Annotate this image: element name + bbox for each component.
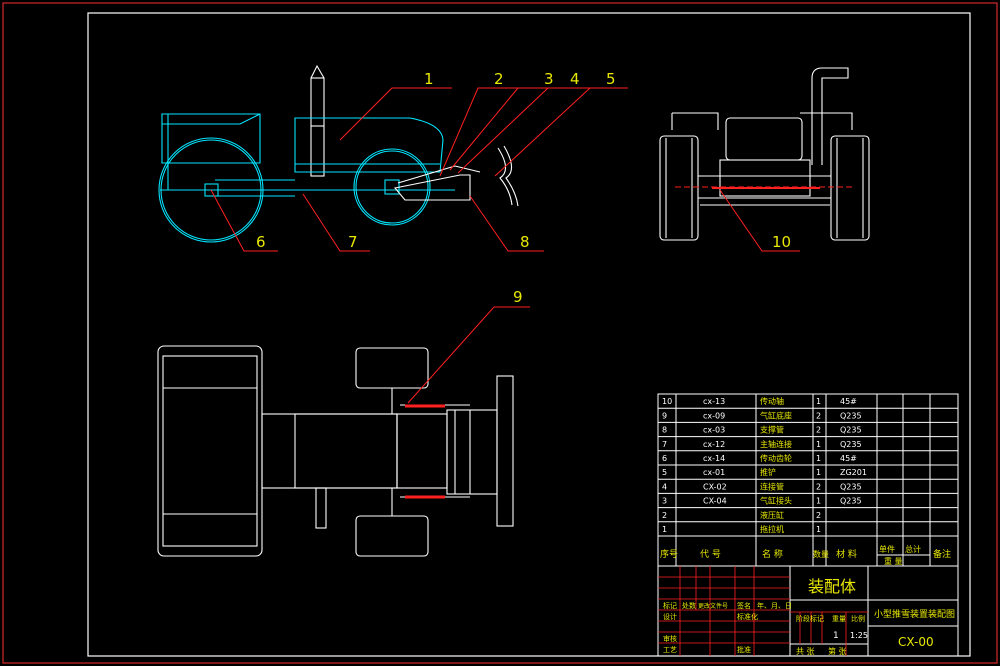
bom-cell-seq: 3: [662, 497, 667, 506]
stage-label: 阶段标记: [796, 614, 824, 623]
sign-label-review: 审核: [663, 634, 677, 643]
sign-label-approve: 批准: [737, 645, 751, 654]
balloon-10: 10: [772, 233, 791, 251]
bom-cell-code: cx-13: [703, 397, 725, 406]
bom-cell-code: cx-03: [703, 426, 725, 435]
side-view: [158, 64, 519, 243]
top-view: [157, 345, 514, 557]
scale-value: 1:25: [850, 631, 868, 640]
bom-cell-seq: 6: [662, 454, 667, 463]
bom-cell-qty: 1: [816, 440, 821, 449]
bom-cell-name: 拖拉机: [760, 524, 784, 534]
bom-cell-material: Q235: [840, 497, 862, 506]
bom-header-total: 总计: [905, 544, 921, 554]
bom-header-remark: 备注: [933, 548, 951, 560]
bom-cell-code: cx-01: [703, 468, 725, 477]
leader-lines: [210, 87, 800, 404]
bom-cell-name: 支撑管: [760, 425, 784, 435]
drawing-title: 装配体: [808, 577, 856, 596]
bom-cell-seq: 7: [662, 440, 667, 449]
bom-cell-seq: 1: [662, 525, 667, 534]
bom-header-seq: 序号: [660, 548, 678, 560]
sign-label-standard: 标准化: [737, 612, 758, 621]
bom-cell-seq: 10: [662, 397, 672, 406]
bom-cell-material: 45#: [840, 397, 857, 406]
rev-label-date: 年、月、日: [757, 601, 792, 610]
bom-cell-name: 气缸接头: [760, 496, 792, 506]
bom-cell-code: CX-02: [703, 482, 727, 491]
sheet-no: 第 张: [828, 646, 847, 656]
bom-cell-seq: 9: [662, 411, 667, 420]
bom-header-code: 代 号: [700, 549, 721, 560]
bom-header-weight: 重 量: [884, 556, 903, 566]
rev-label-sign: 签名: [737, 601, 751, 610]
bom-cell-code: CX-04: [703, 497, 727, 506]
balloon-8: 8: [520, 233, 530, 251]
drawing-number: CX-00: [898, 635, 934, 649]
bom-cell-name: 液压缸: [760, 510, 784, 520]
bom-cell-seq: 4: [662, 482, 667, 491]
balloon-6: 6: [256, 233, 266, 251]
bom-cell-seq: 8: [662, 426, 667, 435]
bom-cell-qty: 2: [816, 511, 821, 520]
bom-cell-material: Q235: [840, 482, 862, 491]
bom-header-name: 名 称: [762, 548, 783, 560]
rev-label-mark: 标记: [663, 601, 677, 610]
bom-header-material: 材 料: [836, 548, 857, 560]
balloon-4: 4: [570, 70, 580, 88]
rev-label-doc: 更改文件号: [698, 602, 728, 610]
bom-cell-name: 主轴连接: [760, 439, 792, 449]
bom-cell-qty: 1: [816, 454, 821, 463]
balloon-1: 1: [424, 70, 434, 88]
sign-label-design: 设计: [663, 612, 677, 621]
bom-cell-name: 传动齿轮: [760, 453, 792, 463]
balloon-9: 9: [513, 288, 523, 306]
sheet-total: 共 张: [796, 647, 815, 656]
bom-cell-material: Q235: [840, 411, 862, 420]
bom-cell-material: ZG201: [840, 468, 867, 477]
bom-cell-name: 气缸底座: [760, 410, 792, 420]
bom-cell-qty: 1: [816, 397, 821, 406]
balloon-2: 2: [494, 70, 504, 88]
bom-cell-material: Q235: [840, 440, 862, 449]
weight-label: 重量: [832, 615, 846, 623]
bom-cell-qty: 2: [816, 411, 821, 420]
bom-cell-qty: 1: [816, 525, 821, 534]
balloon-7: 7: [348, 233, 358, 251]
bom-cell-code: cx-12: [703, 440, 725, 449]
bom-cell-name: 传动轴: [760, 396, 784, 406]
front-view: [659, 67, 870, 241]
bom-cell-name: 推铲: [760, 467, 776, 477]
bom-header-qty: 数量: [813, 549, 829, 559]
bom-cell-qty: 1: [816, 468, 821, 477]
balloon-3: 3: [544, 70, 554, 88]
cad-drawing: 1 2 3 4 5 6 7 8 9 10 10 cx-13 传动轴 1 45# 9 cx-0…: [2, 2, 998, 664]
bom-cell-name: 连接管: [760, 481, 784, 491]
bom-cell-qty: 2: [816, 482, 821, 491]
bom-rows: 10 cx-13 传动轴 1 45# 9 cx-09 气缸底座 2 Q235 8 cx-03 支撑管 2 Q…: [658, 396, 958, 537]
scale-label: 比例: [851, 614, 865, 623]
bom-cell-qty: 1: [816, 497, 821, 506]
sign-label-process: 工艺: [663, 646, 677, 654]
bom-header-unit: 单件: [879, 544, 895, 554]
bom-cell-code: cx-09: [703, 411, 725, 420]
qty-value: 1: [833, 631, 839, 641]
bom-cell-material: Q235: [840, 426, 862, 435]
bom-cell-material: 45#: [840, 454, 857, 463]
bom-cell-seq: 5: [662, 468, 667, 477]
bom-cell-qty: 2: [816, 426, 821, 435]
rev-label-count: 处数: [682, 601, 696, 610]
balloon-5: 5: [606, 70, 616, 88]
bom-cell-seq: 2: [662, 511, 667, 520]
bom-cell-code: cx-14: [703, 454, 725, 463]
sheet-border: [2, 2, 998, 664]
product-name: 小型推雪装置装配图: [874, 608, 955, 620]
